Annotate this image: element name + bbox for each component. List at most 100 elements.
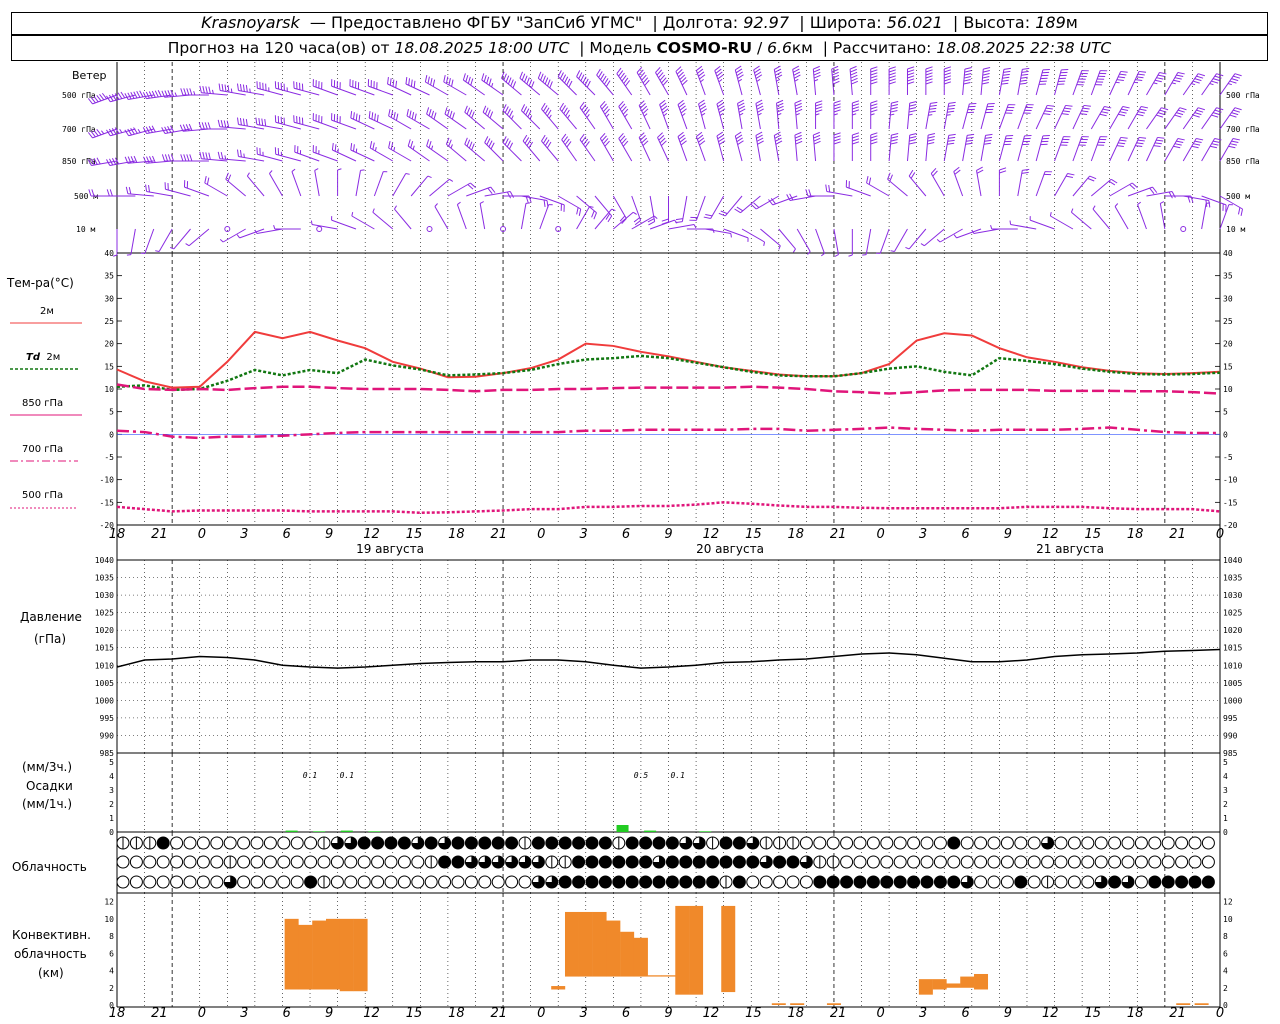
cloud-symbol <box>893 836 907 850</box>
cloud-symbol <box>304 836 318 850</box>
wind-barb-feather <box>568 80 573 88</box>
wind-barb-feather <box>468 109 473 117</box>
wind-barb-feather <box>907 81 915 85</box>
wind-barb-feather <box>586 114 590 118</box>
wind-barb <box>463 79 485 96</box>
wind-barb <box>1072 136 1083 162</box>
conv-cloud-bar <box>326 918 341 990</box>
cloud-symbol <box>893 855 907 869</box>
wind-barb <box>668 223 695 230</box>
wind-barb-feather <box>850 71 858 76</box>
wind-barb-feather <box>142 92 147 99</box>
temp-ytick-label: 15 <box>104 362 114 371</box>
cloud-overcast-fill <box>894 876 907 888</box>
wind-barb-feather <box>1101 111 1109 114</box>
time-tick-label: 0 <box>537 527 545 542</box>
wind-barb-feather <box>757 140 764 145</box>
precip-ytick-label: 5 <box>109 758 114 767</box>
wind-barb-feather <box>137 128 141 133</box>
wind-barb-feather <box>737 102 745 107</box>
wind-barb-feather <box>1067 172 1075 176</box>
cloud-symbol <box>1094 836 1108 850</box>
wind-barb <box>740 195 761 214</box>
wind-barb-feather <box>224 155 227 160</box>
cloud-symbol <box>223 836 237 850</box>
wind-barb <box>1054 69 1062 96</box>
wind-barb <box>930 173 945 197</box>
wind-barb <box>484 190 511 197</box>
temp-ytick-label-right: 35 <box>1223 272 1233 281</box>
temp-ytick-label-right: 30 <box>1223 294 1233 303</box>
wind-barb <box>755 103 761 130</box>
wind-barb-feather <box>870 66 878 70</box>
cloud-symbol <box>277 875 291 889</box>
wind-barb-feather <box>648 221 655 226</box>
cloud-symbol <box>1067 855 1081 869</box>
wind-barb-feather <box>546 109 552 117</box>
wind-barb <box>1029 219 1055 230</box>
cloud-symbol <box>1188 855 1202 869</box>
pressure-ytick-label: 1035 <box>95 574 114 583</box>
wind-barb-feather <box>205 86 208 94</box>
precip-ytick-label-right: 3 <box>1223 786 1228 795</box>
wind-barb-feather <box>508 142 514 150</box>
wind-barb-feather <box>561 74 567 82</box>
cloud-symbol <box>357 875 371 889</box>
wind-barb-feather <box>193 91 196 96</box>
wind-barb <box>879 228 890 254</box>
cloud-symbol <box>1201 836 1215 850</box>
wind-barb-feather <box>833 135 841 139</box>
cloud-overcast-fill <box>639 856 652 868</box>
wind-barb-feather <box>831 65 839 70</box>
wind-barb-feather <box>1019 82 1027 85</box>
wind-calm-circle <box>316 226 323 232</box>
conv-cloud-bar <box>578 911 593 977</box>
cloud-symbol <box>799 875 813 889</box>
cloud-symbol <box>1014 836 1028 850</box>
cloud-overcast-fill <box>612 876 625 888</box>
wind-barb-feather <box>151 90 156 98</box>
pressure-ytick-label: 1015 <box>95 644 114 653</box>
wind-barb-feather <box>870 141 878 145</box>
wind-barb-feather <box>578 72 583 79</box>
wind-barb <box>741 228 765 243</box>
wind-barb-feather <box>372 208 375 213</box>
cloud-overcast-fill <box>813 876 826 888</box>
wind-barb <box>1035 171 1046 197</box>
wind-barb-feather <box>814 79 819 82</box>
wind-barb-feather <box>426 107 430 115</box>
cloud-symbol <box>1041 855 1055 869</box>
wind-barb-feather <box>661 218 669 222</box>
wind-barb-feather <box>483 74 487 82</box>
wind-barb-feather <box>909 107 917 110</box>
wind-barb-feather <box>169 246 175 250</box>
wind-barb-feather <box>909 101 917 104</box>
wind-barb-feather <box>953 234 957 239</box>
precip-ytick-label: 3 <box>109 786 114 795</box>
time-tick-label: 18 <box>1127 527 1144 542</box>
wind-barb-feather <box>566 78 571 86</box>
wind-barb-feather <box>490 142 495 150</box>
wind-barb <box>405 83 430 96</box>
time-tick-label: 15 <box>406 527 423 542</box>
cloud-symbol <box>1108 836 1122 850</box>
wind-barb-feather <box>1173 79 1181 83</box>
wind-barb-feather <box>1196 137 1204 141</box>
conv-cloud-bar <box>689 905 704 995</box>
wind-barb-feather <box>393 205 397 210</box>
cloud-symbol <box>263 875 277 889</box>
wind-barb-feather <box>451 79 454 87</box>
cloud-overcast-fill <box>706 856 719 868</box>
temp-ytick-label-right: -5 <box>1223 453 1233 462</box>
time-tick-label: 6 <box>961 1006 969 1021</box>
wind-barb-feather <box>1159 109 1167 113</box>
wind-barb-feather <box>984 139 992 142</box>
wind-barb-feather <box>738 78 743 82</box>
temp-ytick-label-right: -20 <box>1223 521 1238 530</box>
wind-barb <box>557 76 577 96</box>
wind-barb-feather <box>1121 108 1129 112</box>
wind-barb-feather <box>675 218 683 221</box>
wind-barb-feather <box>1136 142 1144 145</box>
cloud-overcast-fill <box>1175 876 1188 888</box>
cloud-overcast-fill <box>666 876 679 888</box>
